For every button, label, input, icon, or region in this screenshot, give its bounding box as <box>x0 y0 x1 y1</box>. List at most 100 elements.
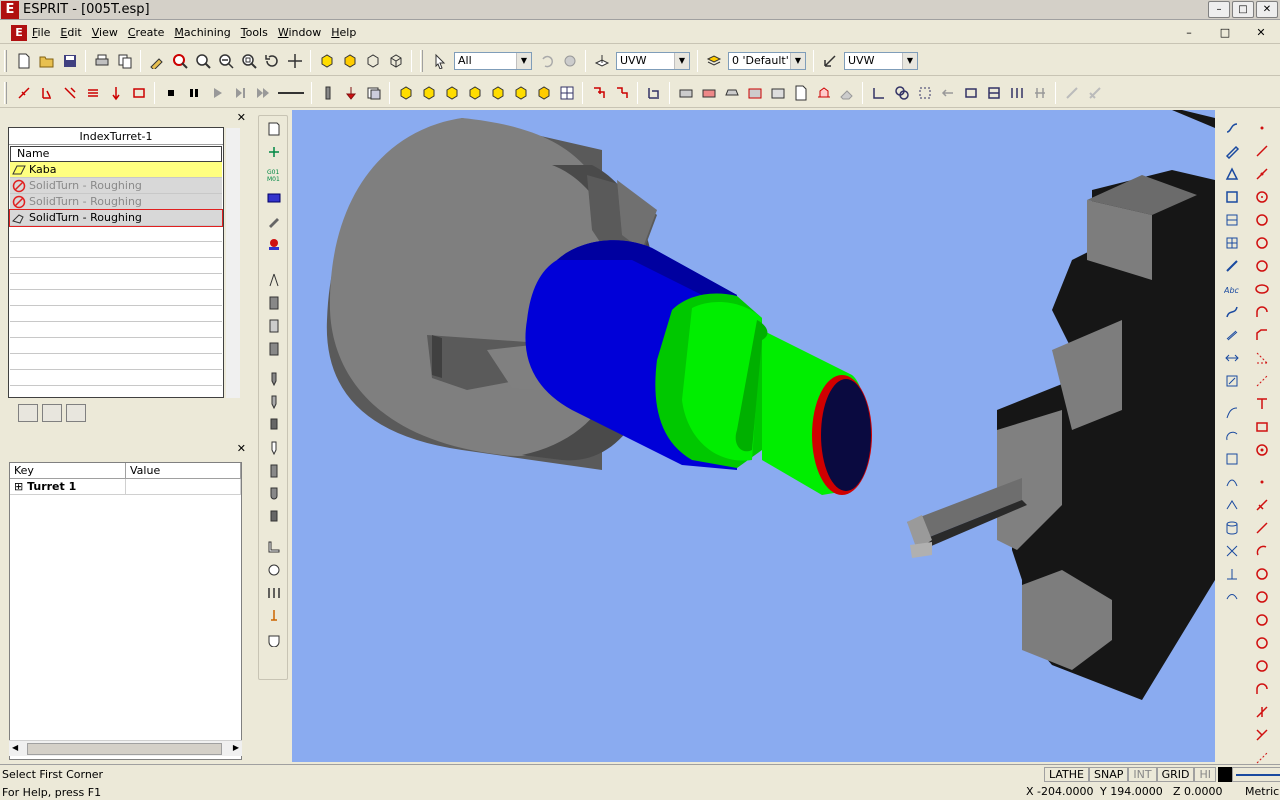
split-icon[interactable] <box>1030 83 1050 103</box>
surface-icon[interactable] <box>1222 449 1242 469</box>
boring-tool-icon[interactable] <box>264 339 284 359</box>
graphics-viewport[interactable] <box>292 110 1215 762</box>
value-column-header[interactable]: Value <box>126 463 241 478</box>
ellipse-icon[interactable] <box>1252 279 1272 299</box>
toolbar-grip[interactable] <box>4 49 7 72</box>
plane-icon[interactable] <box>592 51 612 71</box>
maximize-button[interactable]: □ <box>1232 1 1254 18</box>
tab-properties[interactable] <box>66 404 86 422</box>
tee-icon[interactable] <box>1252 394 1272 414</box>
rectangle-icon[interactable] <box>1222 187 1242 207</box>
scroll-right-icon[interactable]: ▶ <box>233 743 239 752</box>
doc-restore-button[interactable]: □ <box>1214 24 1236 41</box>
offset-icon[interactable] <box>1222 325 1242 345</box>
report-icon[interactable] <box>814 83 834 103</box>
menu-machining[interactable]: Machining <box>169 26 235 39</box>
dashed-line-icon[interactable] <box>1252 371 1272 391</box>
ream-tool-icon[interactable] <box>264 438 284 458</box>
cutoff-icon[interactable] <box>129 83 149 103</box>
linestyle-swatch[interactable] <box>1231 767 1280 782</box>
wireframe-icon[interactable] <box>363 51 383 71</box>
redo-icon[interactable] <box>560 51 580 71</box>
flag-int[interactable]: INT <box>1128 767 1157 782</box>
scale-icon[interactable] <box>1222 348 1242 368</box>
arc-icon[interactable] <box>1222 426 1242 446</box>
pointer-icon[interactable] <box>430 51 450 71</box>
array-icon[interactable] <box>915 83 935 103</box>
tree-row-operation[interactable]: SolidTurn - Roughing <box>10 194 222 210</box>
arc3-icon[interactable] <box>1252 679 1272 699</box>
transform-icon[interactable] <box>589 83 609 103</box>
copy-icon[interactable] <box>115 51 135 71</box>
properties-scrollbar[interactable]: ◀ ▶ <box>9 740 242 756</box>
select-icon[interactable] <box>147 51 167 71</box>
close-button[interactable]: ✕ <box>1256 1 1278 18</box>
gcode-icon[interactable]: G01 M01 <box>264 165 284 185</box>
view-grid-icon[interactable] <box>557 83 577 103</box>
probe-tool-icon[interactable] <box>264 606 284 626</box>
print-icon[interactable] <box>92 51 112 71</box>
tree-scrollbar[interactable] <box>226 128 240 398</box>
sim-icon[interactable] <box>364 83 384 103</box>
turning-icon[interactable] <box>14 83 34 103</box>
menu-view[interactable]: View <box>87 26 123 39</box>
feature-hole-icon[interactable] <box>768 83 788 103</box>
menu-create[interactable]: Create <box>123 26 170 39</box>
flag-snap[interactable]: SNAP <box>1089 767 1129 782</box>
flag-grid[interactable]: GRID <box>1156 767 1195 782</box>
circle5-icon[interactable] <box>1252 633 1272 653</box>
pause-icon[interactable] <box>184 83 204 103</box>
layer-icon[interactable] <box>704 51 724 71</box>
scroll-thumb[interactable] <box>27 743 222 755</box>
fillet-icon[interactable] <box>1222 164 1242 184</box>
roughing-icon[interactable] <box>37 83 57 103</box>
hidden-icon[interactable] <box>386 51 406 71</box>
work-origin-icon[interactable] <box>264 142 284 162</box>
line-angle-icon[interactable] <box>1252 164 1272 184</box>
coordinate-system-dropdown[interactable]: UVW ▼ <box>844 51 918 70</box>
arc-tangent-icon[interactable] <box>1252 302 1272 322</box>
pan-icon[interactable] <box>285 51 305 71</box>
menu-tools[interactable]: Tools <box>236 26 273 39</box>
menu-window[interactable]: Window <box>273 26 326 39</box>
measure-icon[interactable] <box>1222 371 1242 391</box>
view-right-icon[interactable] <box>442 83 462 103</box>
menu-file[interactable]: File <box>27 26 55 39</box>
tap-tool-icon[interactable] <box>264 392 284 412</box>
turret-icon[interactable] <box>264 211 284 231</box>
threading-tool-icon[interactable] <box>264 316 284 336</box>
circle2-icon[interactable] <box>1252 564 1272 584</box>
close-icon[interactable]: ✕ <box>237 111 246 124</box>
circle-center-icon[interactable] <box>1252 187 1272 207</box>
view-top-icon[interactable] <box>396 83 416 103</box>
view-back-icon[interactable] <box>511 83 531 103</box>
point-icon[interactable] <box>1252 118 1272 138</box>
tree-row-kaba[interactable]: Kaba <box>10 162 222 178</box>
color-swatch[interactable] <box>1217 767 1232 782</box>
circle-tangent-icon[interactable] <box>1252 256 1272 276</box>
polygon-icon[interactable] <box>1252 348 1272 368</box>
polyline-icon[interactable] <box>1252 495 1272 515</box>
box-icon[interactable] <box>961 83 981 103</box>
grooving-icon[interactable] <box>60 83 80 103</box>
zoom-window-icon[interactable] <box>239 51 259 71</box>
engrave-tool-icon[interactable] <box>264 560 284 580</box>
feature-pocket-icon[interactable] <box>745 83 765 103</box>
spindle-icon[interactable] <box>341 83 361 103</box>
ballmill-tool-icon[interactable] <box>264 484 284 504</box>
grooving-tool-icon[interactable] <box>264 293 284 313</box>
view-iso-icon[interactable] <box>534 83 554 103</box>
circle-3pt-icon[interactable] <box>1252 233 1272 253</box>
line-icon[interactable] <box>276 83 306 103</box>
extend-icon[interactable] <box>1007 83 1027 103</box>
menu-help[interactable]: Help <box>326 26 361 39</box>
tool-library-icon[interactable] <box>264 188 284 208</box>
stop-icon[interactable] <box>161 83 181 103</box>
new-icon[interactable] <box>14 51 34 71</box>
save-icon[interactable] <box>60 51 80 71</box>
undo-icon[interactable] <box>537 51 557 71</box>
doc-close-button[interactable]: ✕ <box>1250 24 1272 41</box>
threading-icon[interactable] <box>83 83 103 103</box>
point2-icon[interactable] <box>1252 472 1272 492</box>
play-icon[interactable] <box>207 83 227 103</box>
